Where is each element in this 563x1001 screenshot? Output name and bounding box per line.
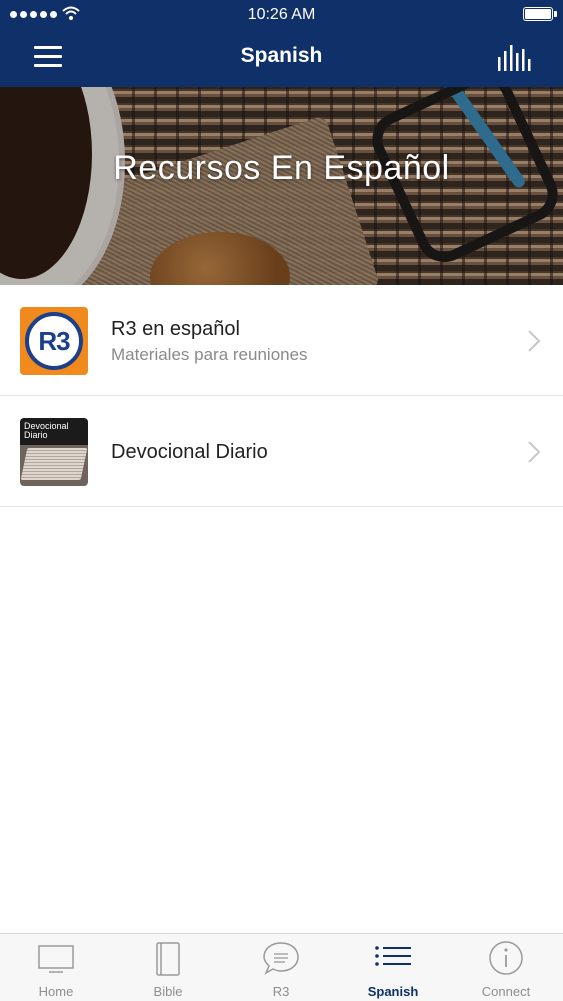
r3-logo: R3: [25, 312, 83, 370]
tab-connect[interactable]: Connect: [450, 934, 562, 1001]
hero-banner: Recursos En Español: [0, 87, 563, 285]
tab-label: Home: [38, 984, 74, 999]
devocional-thumbnail: Devocional Diario: [20, 418, 88, 486]
tab-bible[interactable]: Bible: [112, 934, 224, 1001]
info-icon: [489, 941, 523, 975]
tab-bar: Home Bible R3 Spanish Connect: [0, 933, 563, 1001]
status-bar: 10:26 AM: [0, 0, 563, 30]
list-item-subtitle: Materiales para reuniones: [111, 345, 308, 364]
tab-r3[interactable]: R3: [225, 934, 337, 1001]
tab-label: R3: [272, 984, 290, 999]
page-title: Spanish: [240, 44, 323, 67]
tab-label: Connect: [481, 984, 531, 999]
open-bible-image: [20, 448, 88, 480]
devocional-thumb-text: Devocional Diario: [24, 421, 69, 440]
status-time: 10:26 AM: [247, 6, 316, 23]
r3-thumbnail: R3: [20, 307, 88, 375]
list-item-title: R3 en español: [111, 318, 240, 340]
book-icon: [156, 942, 180, 976]
tab-home[interactable]: Home: [0, 934, 112, 1001]
tab-spanish[interactable]: Spanish: [337, 934, 449, 1001]
battery-icon: [523, 7, 553, 21]
chat-bubble-icon: [263, 942, 299, 975]
chevron-right-icon: [528, 441, 541, 463]
tab-label: Bible: [153, 984, 183, 999]
audio-bars-icon[interactable]: [496, 45, 532, 71]
chevron-right-icon: [528, 330, 541, 352]
menu-button[interactable]: [32, 44, 64, 70]
battery-nub: [554, 11, 557, 17]
hero-title: Recursos En Español: [113, 149, 450, 187]
list-item-devocional[interactable]: Devocional Diario Devocional Diario: [0, 396, 563, 507]
tv-icon: [38, 945, 74, 973]
tab-label: Spanish: [367, 984, 419, 999]
list-icon: [375, 946, 411, 966]
list-item-title: Devocional Diario: [111, 441, 268, 463]
top-bar: 10:26 AM Spanish: [0, 0, 563, 87]
list-item-r3[interactable]: R3 R3 en español Materiales para reunion…: [0, 285, 563, 396]
